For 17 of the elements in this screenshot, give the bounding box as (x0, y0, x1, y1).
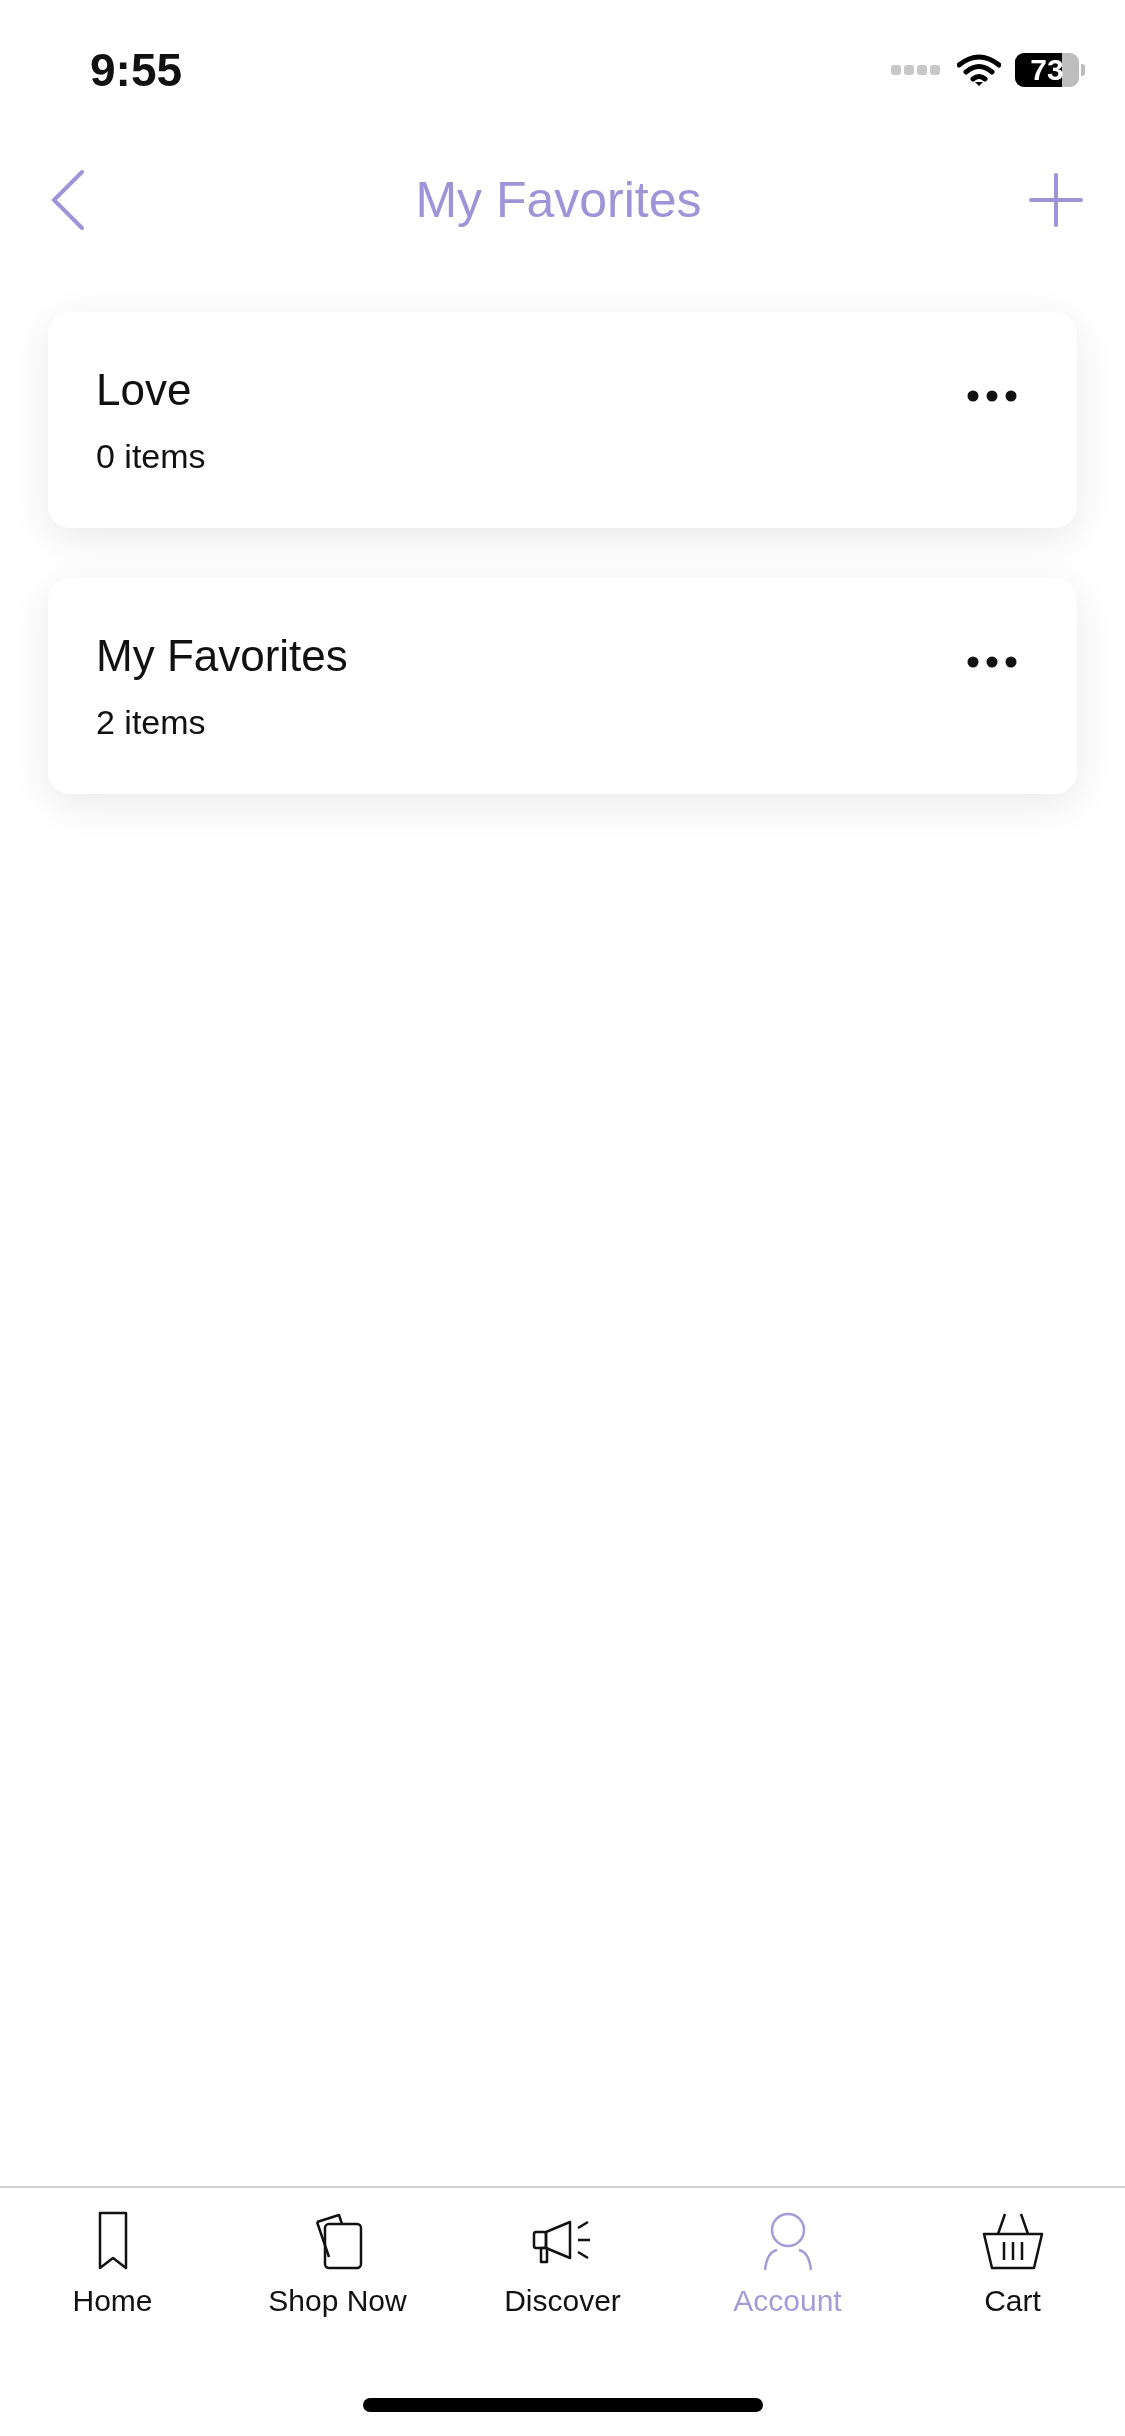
more-icon[interactable] (967, 390, 1017, 402)
signal-icon (891, 63, 943, 77)
status-time: 9:55 (90, 43, 183, 97)
list-name: My Favorites (96, 630, 348, 681)
page-title: My Favorites (415, 171, 702, 229)
more-icon[interactable] (967, 656, 1017, 668)
tab-item[interactable]: Shop Now (237, 2210, 438, 2336)
tab-item[interactable]: Discover (462, 2210, 663, 2336)
item-count: 0 items (96, 436, 206, 476)
favorites-list-card[interactable]: Love 0 items (48, 312, 1077, 528)
tab-item[interactable]: Cart (912, 2210, 1113, 2336)
favorites-list-card[interactable]: My Favorites 2 items (48, 578, 1077, 794)
add-icon[interactable] (1029, 173, 1083, 227)
tab-item[interactable]: Home (12, 2210, 213, 2336)
wifi-icon (957, 53, 1001, 87)
item-count: 2 items (96, 702, 207, 742)
list-name: Love (96, 364, 193, 415)
